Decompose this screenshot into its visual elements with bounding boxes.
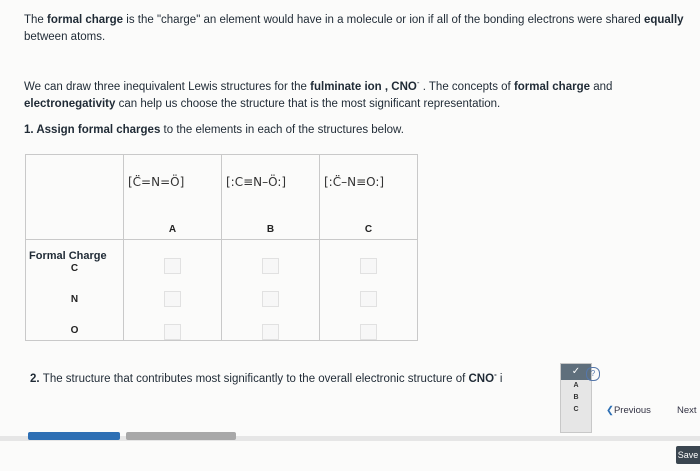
help-pill[interactable]: ? (586, 367, 600, 381)
formal-charge-table: [C̈=N=Ö] A [:C≡N–Ö:] B [:C̈–N≡O:] C Form… (25, 154, 418, 341)
c-o-charge-input[interactable] (360, 324, 377, 340)
previous-button[interactable]: ❮Previous (606, 405, 651, 416)
structure-c-cell: [:C̈–N≡O:] C (319, 154, 418, 240)
question-2: 2. The structure that contributes most s… (30, 370, 503, 385)
save-button[interactable]: Save (676, 446, 700, 464)
question-1: 1. Assign formal charges to the elements… (24, 124, 404, 136)
structure-c-label: C (364, 224, 373, 235)
a-c-charge-input[interactable] (164, 258, 181, 274)
structure-b-inputs (221, 239, 320, 341)
structure-a: [C̈=N=Ö] (128, 175, 185, 189)
submit-answer-button[interactable] (28, 432, 120, 440)
row-label-o: O (70, 325, 79, 336)
row-labels-cell: Formal Charge C N O (25, 239, 124, 341)
structure-a-cell: [C̈=N=Ö] A (123, 154, 222, 240)
formal-charge-header: Formal Charge (29, 250, 107, 262)
dropdown-option-b[interactable]: B (561, 392, 591, 404)
next-button[interactable]: Next (677, 405, 697, 416)
structure-a-label: A (168, 224, 177, 235)
row-label-c: C (70, 263, 79, 274)
b-c-charge-input[interactable] (262, 258, 279, 274)
intro-paragraph: The formal charge is the "charge" an ele… (24, 14, 684, 43)
retry-entire-group-button[interactable] (126, 432, 236, 440)
a-o-charge-input[interactable] (164, 324, 181, 340)
structure-b-label: B (266, 224, 275, 235)
empty-header-cell (25, 154, 124, 240)
structure-c-inputs (319, 239, 418, 341)
structure-b-cell: [:C≡N–Ö:] B (221, 154, 320, 240)
structure-b: [:C≡N–Ö:] (226, 175, 287, 189)
chevron-left-icon: ❮ (606, 405, 614, 416)
c-n-charge-input[interactable] (360, 291, 377, 307)
b-o-charge-input[interactable] (262, 324, 279, 340)
structure-a-inputs (123, 239, 222, 341)
dropdown-option-c[interactable]: C (561, 404, 591, 416)
row-label-n: N (70, 294, 79, 305)
a-n-charge-input[interactable] (164, 291, 181, 307)
dropdown-option-a[interactable]: A (561, 380, 591, 392)
fulminate-paragraph: We can draw three inequivalent Lewis str… (24, 78, 613, 110)
b-n-charge-input[interactable] (262, 291, 279, 307)
structure-c: [:C̈–N≡O:] (324, 175, 385, 189)
c-c-charge-input[interactable] (360, 258, 377, 274)
